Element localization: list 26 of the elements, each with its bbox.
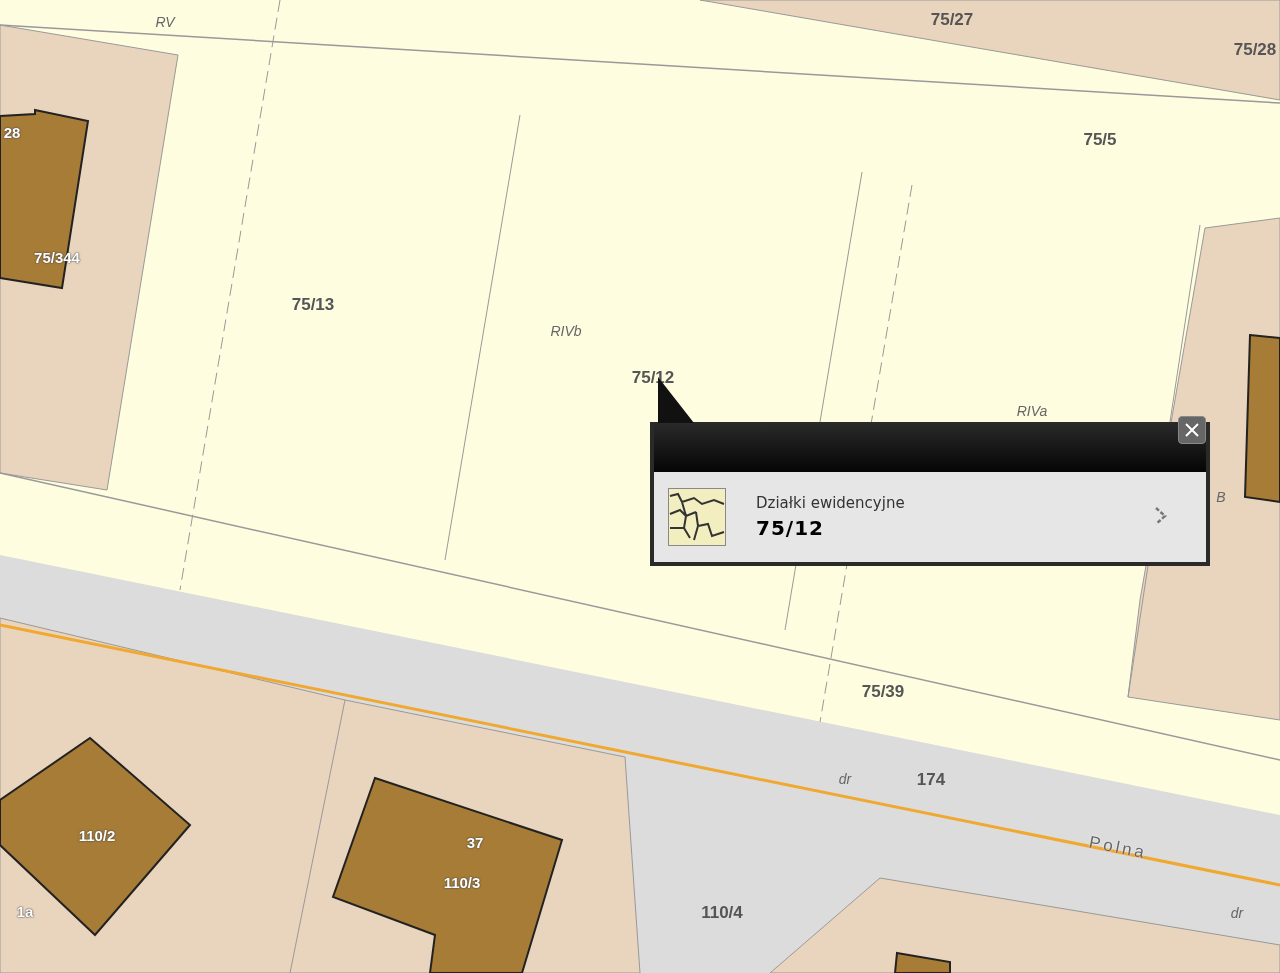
parcel-number: 110/4 — [701, 903, 743, 923]
map-thumbnail-icon — [668, 488, 726, 546]
building-number: 110/2 — [78, 826, 116, 844]
layer-name: Działki ewidencyjne — [756, 494, 906, 512]
parcel-number: 75/28 — [1233, 40, 1277, 60]
land-class-label: dr — [838, 771, 852, 787]
parcel-number: 75/39 — [861, 682, 905, 702]
land-class-label: RIVa — [1016, 403, 1048, 419]
close-icon — [1184, 422, 1200, 438]
building-number: 28 — [3, 123, 21, 141]
parcel-number: 174 — [916, 770, 946, 790]
close-button[interactable] — [1178, 416, 1206, 444]
building-number: 37 — [466, 833, 484, 851]
street-name: Polna — [1087, 832, 1149, 864]
chevron-right-icon — [1154, 505, 1168, 526]
parcel-number: 75/27 — [930, 10, 974, 30]
parcel-number: 75/13 — [291, 295, 335, 315]
parcel-number: 75/12 — [631, 368, 675, 388]
building-number: 1a — [16, 902, 34, 920]
parcel-id: 75/12 — [756, 516, 825, 540]
building-number: 110/3 — [443, 873, 481, 891]
land-class-label: dr — [1230, 905, 1244, 921]
land-class-label: B — [1216, 489, 1226, 505]
parcel-number: 75/5 — [1083, 130, 1117, 150]
land-class-label: RIVb — [550, 323, 582, 339]
land-class-label: RV — [155, 14, 175, 30]
